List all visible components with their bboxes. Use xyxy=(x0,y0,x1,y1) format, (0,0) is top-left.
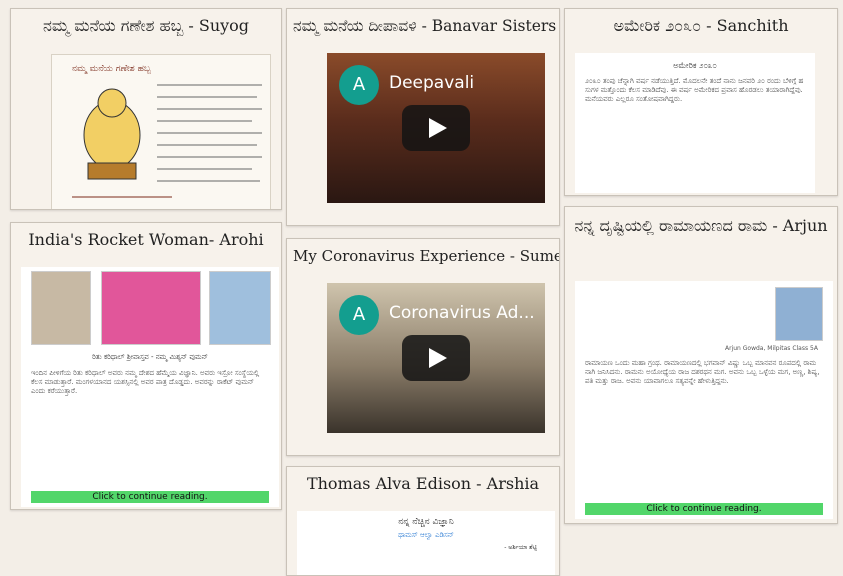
photo-portrait xyxy=(101,271,201,345)
doc-heading: ನನ್ನ ನೆಚ್ಚಿನ ವಿಜ್ಞಾನಿ xyxy=(398,517,454,527)
story-title[interactable]: ನನ್ನ ದೃಷ್ಟಿಯಲ್ಲಿ ರಾಮಾಯಣದ ರಾಮ - Arjun xyxy=(565,207,837,239)
story-title[interactable]: ನಮ್ಮ ಮನೆಯ ಗಣೇಶ ಹಬ್ಬ - Suyog xyxy=(11,9,281,37)
continue-reading-button[interactable]: Click to continue reading. xyxy=(31,491,269,503)
doc-body: ರಾಮಾಯಣ ಒಂದು ಮಹಾ ಗ್ರಂಥ. ರಾಮಾಯಣದಲ್ಲಿ ಭಗವಾನ… xyxy=(585,359,820,385)
doc-heading: ಅಮೇರಿಕ ೨೦೩೦ xyxy=(673,61,717,70)
story-card-rocket-woman[interactable]: India's Rocket Woman- Arohi ರಿತು ಕರಿಧಾಲ್… xyxy=(10,222,282,510)
continue-reading-button[interactable]: Click to continue reading. xyxy=(585,503,823,515)
author-caption: Arjun Gowda, Milpitas Class 5A xyxy=(725,345,818,352)
story-card-coronavirus[interactable]: My Coronavirus Experience - Sumedha A Co… xyxy=(286,238,560,456)
doc-heading: ರಿತು ಕರಿಧಾಲ್ ಶ್ರೀವಾಸ್ತವ - ನಮ್ಮ ಮಿಶ್ಯನ್ ವ… xyxy=(92,353,208,361)
story-title[interactable]: Thomas Alva Edison - Arshia xyxy=(287,467,559,495)
story-thumbnail[interactable]: Arjun Gowda, Milpitas Class 5A ರಾಮಾಯಣ ಒಂ… xyxy=(575,281,833,519)
svg-text:ನಮ್ಮ ಮನೆಯ ಗಣೇಶ ಹಬ್ಬ: ನಮ್ಮ ಮನೆಯ ಗಣೇಶ ಹಬ್ಬ xyxy=(72,64,152,74)
photo-family xyxy=(209,271,271,345)
ganesha-drawing: ನಮ್ಮ ಮನೆಯ ಗಣೇಶ ಹಬ್ಬ xyxy=(72,64,262,198)
story-card-ganesha[interactable]: ನಮ್ಮ ಮನೆಯ ಗಣೇಶ ಹಬ್ಬ - Suyog ನಮ್ಮ ಮನೆಯ ಗಣ… xyxy=(10,8,282,210)
doc-subheading: ಥಾಮಸ್ ಆಲ್ವಾ ಎಡಿಸನ್ xyxy=(398,531,454,539)
youtube-embed[interactable]: A Deepavali xyxy=(327,53,545,203)
story-card-edison[interactable]: Thomas Alva Edison - Arshia ನನ್ನ ನೆಚ್ಚಿನ… xyxy=(286,466,560,576)
channel-avatar[interactable]: A xyxy=(339,295,379,335)
doc-author: - ಅರ್ಶಿಯಾ ಶೆಟ್ಟಿ xyxy=(504,544,537,551)
author-photo xyxy=(775,287,823,341)
doc-body: ೨೦೩೦ ತಂಪು ಚೆನ್ನಾಗಿ ವರ್ಷ ನಡೆಯುತ್ತಿದೆ. ಮೊದ… xyxy=(585,77,804,103)
story-card-deepavali[interactable]: ನಮ್ಮ ಮನೆಯ ದೀಪಾವಳಿ - Banavar Sisters A De… xyxy=(286,8,560,226)
story-thumbnail[interactable]: ನಮ್ಮ ಮನೆಯ ಗಣೇಶ ಹಬ್ಬ xyxy=(51,54,271,209)
story-title[interactable]: ಅಮೇರಿಕ ೨೦೩೦ - Sanchith xyxy=(565,9,837,37)
story-title[interactable]: My Coronavirus Experience - Sumedha xyxy=(287,239,559,267)
video-title[interactable]: Deepavali xyxy=(389,73,474,93)
story-title[interactable]: ನಮ್ಮ ಮನೆಯ ದೀಪಾವಳಿ - Banavar Sisters xyxy=(287,9,559,37)
play-button-icon[interactable] xyxy=(402,335,470,381)
story-thumbnail[interactable]: ನನ್ನ ನೆಚ್ಚಿನ ವಿಜ್ಞಾನಿ ಥಾಮಸ್ ಆಲ್ವಾ ಎಡಿಸನ್… xyxy=(297,511,555,575)
doc-body: ಇಂದಿನ ಪೀಳಿಗೆಯ ರಿತು ಕರಿಧಾಲ್ ಅವರು ನಮ್ಮ ದೇಶ… xyxy=(31,369,260,395)
photo-trophy xyxy=(31,271,91,345)
channel-avatar[interactable]: A xyxy=(339,65,379,105)
story-thumbnail[interactable]: ಅಮೇರಿಕ ೨೦೩೦ ೨೦೩೦ ತಂಪು ಚೆನ್ನಾಗಿ ವರ್ಷ ನಡೆಯ… xyxy=(575,53,815,193)
story-card-america-2030[interactable]: ಅಮೇರಿಕ ೨೦೩೦ - Sanchith ಅಮೇರಿಕ ೨೦೩೦ ೨೦೩೦ … xyxy=(564,8,838,196)
play-button-icon[interactable] xyxy=(402,105,470,151)
story-card-ramayana[interactable]: ನನ್ನ ದೃಷ್ಟಿಯಲ್ಲಿ ರಾಮಾಯಣದ ರಾಮ - Arjun Arj… xyxy=(564,206,838,524)
story-title[interactable]: India's Rocket Woman- Arohi xyxy=(11,223,281,251)
story-thumbnail[interactable]: ರಿತು ಕರಿಧಾಲ್ ಶ್ರೀವಾಸ್ತವ - ನಮ್ಮ ಮಿಶ್ಯನ್ ವ… xyxy=(21,267,279,507)
youtube-embed[interactable]: A Coronavirus Ad... xyxy=(327,283,545,433)
video-title[interactable]: Coronavirus Ad... xyxy=(389,303,535,323)
